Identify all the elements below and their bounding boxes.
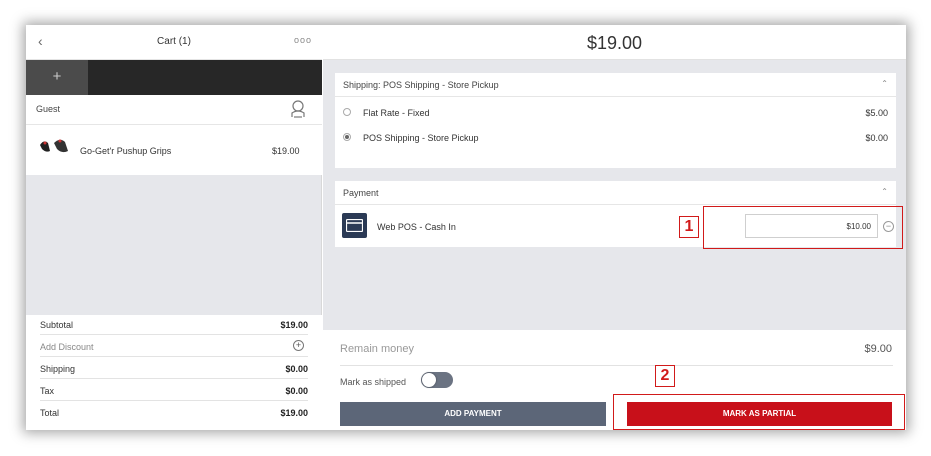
shipping-option[interactable]: POS Shipping - Store Pickup $0.00	[343, 128, 888, 150]
divider	[340, 365, 893, 366]
payment-card-title: Payment	[343, 188, 379, 198]
add-discount-label[interactable]: Add Discount	[40, 342, 94, 352]
remain-money-label: Remain money	[340, 343, 414, 355]
tax-row: Tax $0.00	[40, 381, 308, 401]
mark-shipped-label: Mark as shipped	[340, 377, 407, 387]
total-value: $19.00	[280, 408, 308, 418]
add-discount-row[interactable]: Add Discount +	[40, 337, 308, 357]
new-cart-button[interactable]: +	[26, 60, 88, 95]
cart-header: ‹ Cart (1) ooo	[26, 25, 322, 60]
product-thumbnail	[40, 139, 68, 153]
callout-box-1	[703, 206, 903, 249]
grand-total: $19.00	[586, 33, 643, 53]
cart-totals: Subtotal $19.00 Add Discount + Shipping …	[26, 315, 322, 430]
customer-name: Guest	[36, 104, 61, 114]
radio-icon[interactable]	[343, 133, 351, 141]
shipping-option-name: Flat Rate - Fixed	[363, 108, 430, 118]
shipping-label: Shipping	[40, 364, 76, 374]
shipping-option-price: $5.00	[865, 108, 888, 118]
more-dots-icon[interactable]: ooo	[294, 35, 312, 45]
customer-icon[interactable]	[290, 100, 306, 118]
add-payment-button[interactable]: ADD PAYMENT	[340, 402, 606, 426]
callout-number-1: 1	[679, 216, 699, 238]
shipping-value: $0.00	[285, 364, 308, 374]
mark-shipped-toggle[interactable]	[421, 372, 453, 388]
item-price: $19.00	[272, 146, 300, 156]
shipping-card-header[interactable]: Shipping: POS Shipping - Store Pickup ⌃	[335, 73, 896, 97]
payment-card-header[interactable]: Payment ⌃	[335, 181, 896, 205]
tax-value: $0.00	[285, 386, 308, 396]
cart-title: Cart (1)	[157, 36, 191, 47]
shipping-card-title: Shipping: POS Shipping - Store Pickup	[343, 80, 499, 90]
subtotal-value: $19.00	[280, 320, 308, 330]
caret-up-icon[interactable]: ⌃	[881, 187, 888, 196]
remain-money-value: $9.00	[864, 343, 892, 355]
customer-row[interactable]: Guest	[26, 95, 322, 125]
cash-in-icon	[342, 213, 367, 238]
tax-label: Tax	[40, 386, 55, 396]
plus-circle-icon[interactable]: +	[293, 340, 304, 351]
total-row: Total $19.00	[40, 403, 308, 423]
total-label: Total	[40, 408, 60, 418]
callout-number-2: 2	[655, 365, 675, 387]
shipping-option[interactable]: Flat Rate - Fixed $5.00	[343, 103, 888, 125]
caret-up-icon[interactable]: ⌃	[881, 79, 888, 88]
callout-box-2	[613, 394, 905, 430]
subtotal-row: Subtotal $19.00	[40, 315, 308, 335]
subtotal-label: Subtotal	[40, 320, 74, 330]
item-name: Go-Get'r Pushup Grips	[80, 146, 172, 156]
shipping-row: Shipping $0.00	[40, 359, 308, 379]
shipping-card: Shipping: POS Shipping - Store Pickup ⌃ …	[335, 73, 896, 168]
cart-tab-bar: +	[26, 60, 322, 95]
checkout-header: $19.00	[323, 25, 906, 60]
shipping-option-price: $0.00	[865, 133, 888, 143]
cart-item[interactable]: Go-Get'r Pushup Grips $19.00	[26, 125, 322, 175]
radio-icon[interactable]	[343, 108, 351, 116]
cart-panel: ‹ Cart (1) ooo + Guest Go-Get'r Pushup G…	[26, 25, 322, 430]
shipping-option-name: POS Shipping - Store Pickup	[363, 133, 479, 143]
payment-method-name: Web POS - Cash In	[377, 222, 456, 232]
